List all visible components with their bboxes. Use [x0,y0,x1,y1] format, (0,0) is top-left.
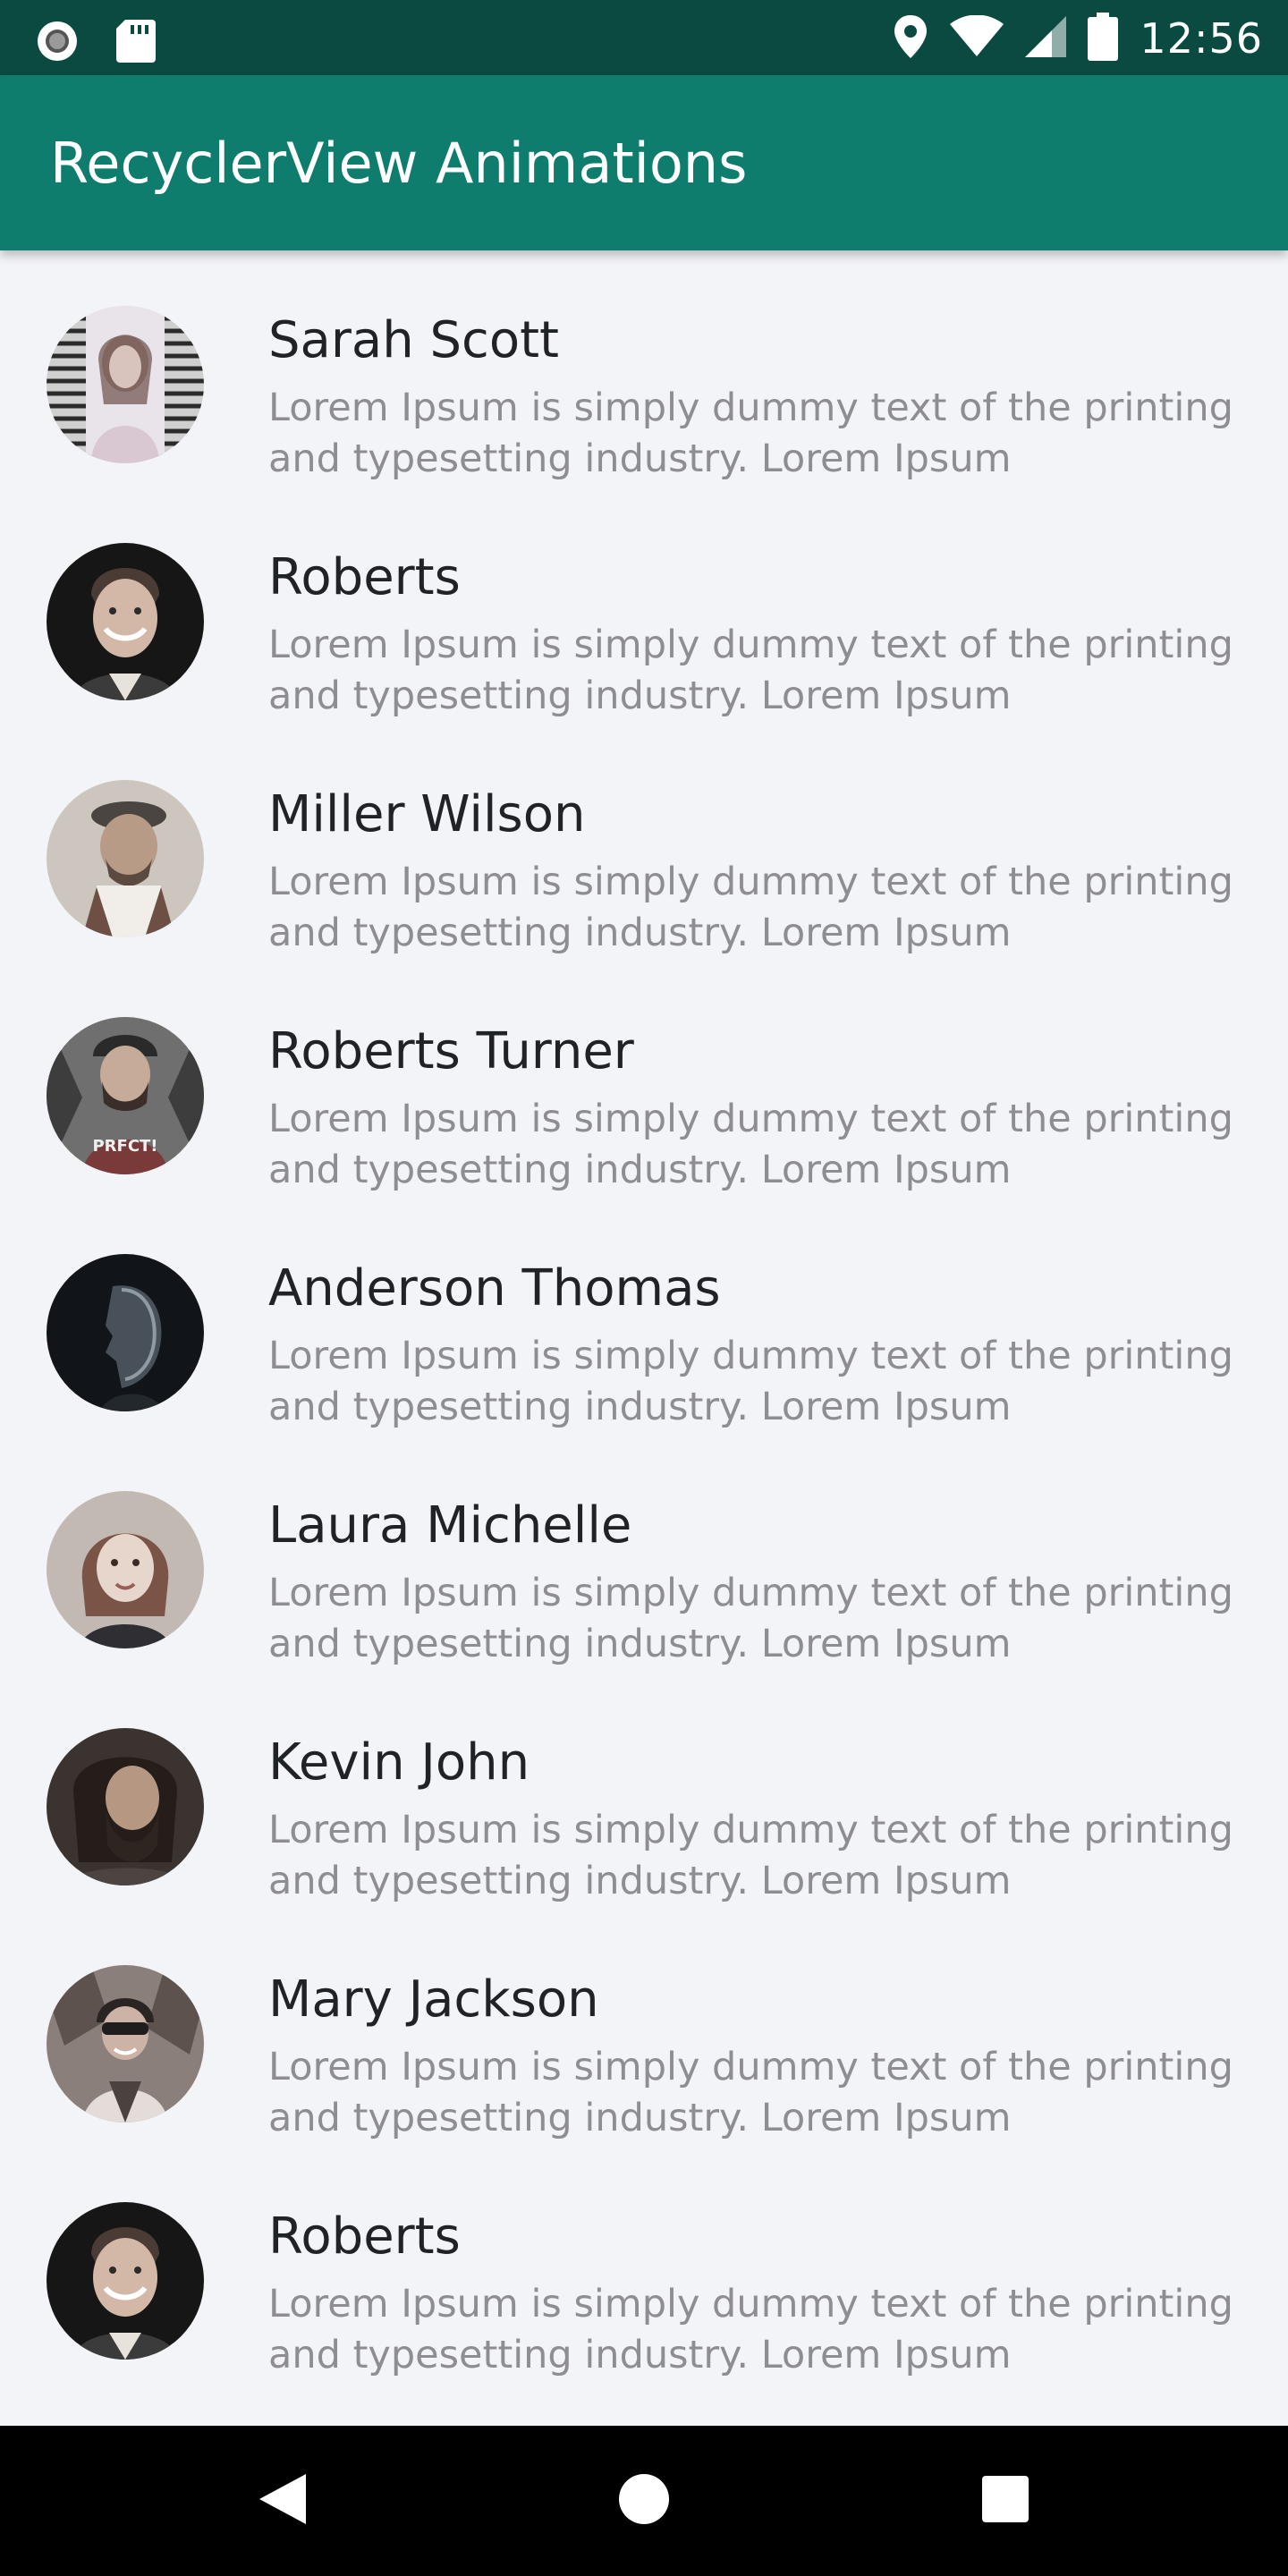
sd-card-icon [116,18,156,68]
item-name: Roberts Turner [268,1022,634,1080]
item-name: Roberts [268,548,461,606]
list-item[interactable]: Sarah Scott Lorem Ipsum is simply dummy … [0,250,1288,487]
back-icon [256,2470,309,2531]
list-item[interactable]: Anderson Thomas Lorem Ipsum is simply du… [0,1199,1288,1436]
item-description: Lorem Ipsum is simply dummy text of the … [268,2282,1233,2377]
svg-text:PRFCT!: PRFCT! [92,1137,157,1156]
wifi-icon [950,14,1004,62]
location-icon [893,13,928,64]
item-name: Anderson Thomas [268,1259,721,1318]
navigation-bar [0,2426,1288,2576]
home-button[interactable] [608,2465,680,2537]
record-icon [34,18,80,68]
item-name: Mary Jackson [268,1970,599,2029]
item-description: Lorem Ipsum is simply dummy text of the … [268,1808,1233,1903]
status-bar: 12:56 [0,0,1288,75]
app-title: RecyclerView Animations [50,131,748,196]
status-right-icons: 12:56 [893,13,1263,64]
item-description: Lorem Ipsum is simply dummy text of the … [268,860,1233,955]
item-description: Lorem Ipsum is simply dummy text of the … [268,1334,1233,1429]
avatar: PRFCT! [47,1017,204,1174]
battery-icon [1088,13,1119,64]
avatar [47,2202,204,2360]
app-bar: RecyclerView Animations [0,75,1288,250]
item-name: Miller Wilson [268,785,586,843]
list-item[interactable]: Kevin John Lorem Ipsum is simply dummy t… [0,1673,1288,1910]
status-left-icons [34,18,156,68]
item-name: Sarah Scott [268,311,560,369]
avatar [47,1491,204,1648]
signal-icon [1025,16,1067,61]
avatar [47,306,204,463]
avatar [47,1965,204,2123]
avatar [47,543,204,700]
item-name: Kevin John [268,1733,530,1792]
recycler-list[interactable]: Sarah Scott Lorem Ipsum is simply dummy … [0,250,1288,2426]
back-button[interactable] [247,2465,318,2537]
item-description: Lorem Ipsum is simply dummy text of the … [268,1097,1233,1192]
recents-button[interactable] [970,2465,1041,2537]
list-item[interactable]: Mary Jackson Lorem Ipsum is simply dummy… [0,1910,1288,2147]
avatar [47,1254,204,1411]
avatar [47,1728,204,1885]
recents-icon [980,2474,1030,2528]
item-description: Lorem Ipsum is simply dummy text of the … [268,2045,1233,2140]
item-name: Laura Michelle [268,1496,632,1555]
list-item[interactable]: Roberts Lorem Ipsum is simply dummy text… [0,2147,1288,2384]
item-description: Lorem Ipsum is simply dummy text of the … [268,623,1233,718]
list-item[interactable]: PRFCT! Roberts Turner Lorem Ipsum is sim… [0,962,1288,1199]
item-description: Lorem Ipsum is simply dummy text of the … [268,1571,1233,1666]
list-item[interactable]: Laura Michelle Lorem Ipsum is simply dum… [0,1436,1288,1673]
item-description: Lorem Ipsum is simply dummy text of the … [268,386,1233,481]
list-item[interactable]: Roberts Lorem Ipsum is simply dummy text… [0,487,1288,724]
clock: 12:56 [1140,14,1263,63]
list-item[interactable]: Miller Wilson Lorem Ipsum is simply dumm… [0,724,1288,962]
item-name: Roberts [268,2207,461,2266]
home-icon [617,2472,671,2529]
avatar [47,780,204,937]
